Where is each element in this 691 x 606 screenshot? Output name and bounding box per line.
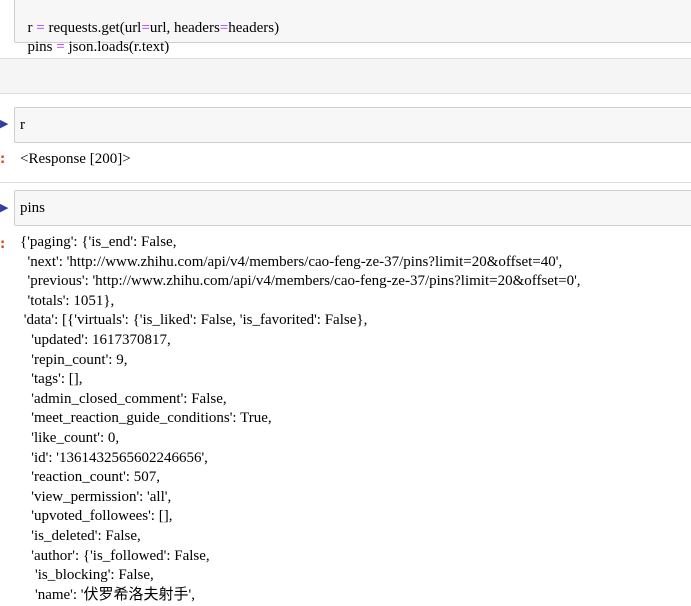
out-prompt-marker: : xyxy=(0,152,6,167)
code-token: headers) xyxy=(228,20,280,36)
output-line: 'upvoted_followees': [], xyxy=(20,508,173,525)
out-prompt-marker: : xyxy=(0,237,6,252)
output-line: 'is_blocking': False, xyxy=(20,567,154,584)
output-line: 'like_count': 0, xyxy=(20,430,120,446)
empty-cell[interactable] xyxy=(0,58,691,94)
output-line: 'updated': 1617370817, xyxy=(20,332,171,348)
code-cell-input-3[interactable] xyxy=(14,190,691,226)
output-line: 'previous': 'http://www.zhihu.com/api/v4… xyxy=(20,273,581,290)
code-text: pins xyxy=(20,200,46,216)
output-line: 'author': {'is_followed': False, xyxy=(20,547,210,564)
output-line: 'view_permission': 'all', xyxy=(20,488,172,505)
output-line: 'is_deleted': False, xyxy=(20,528,141,544)
code-text: r xyxy=(20,117,25,133)
output-line: 'repin_count': 9, xyxy=(20,351,128,368)
code-token: json.loads(r.text) xyxy=(64,39,170,55)
code-token: pins xyxy=(27,39,57,55)
in-prompt-marker: ▶ xyxy=(0,117,9,130)
operator-token: = xyxy=(56,39,65,55)
output-line: 'id': '1361432565602246656', xyxy=(20,449,208,466)
operator-token: = xyxy=(219,20,229,36)
code-cell-input-2[interactable] xyxy=(14,107,691,143)
output-line: 'tags': [], xyxy=(20,371,83,388)
output-line: 'next': 'http://www.zhihu.com/api/v4/mem… xyxy=(20,253,563,270)
output-line: 'meet_reaction_guide_conditions': True, xyxy=(20,410,272,427)
in-prompt-marker: ▶ xyxy=(0,201,9,214)
output-line: 'totals': 1051}, xyxy=(20,292,115,309)
cell-output: <Response [200]> xyxy=(20,151,131,167)
output-line: 'reaction_count': 507, xyxy=(20,469,160,486)
cell-output: {'paging': {'is_end': False, 'next': 'ht… xyxy=(20,233,691,606)
cell-separator xyxy=(0,182,691,183)
output-line: 'name': '伏罗希洛夫射手', xyxy=(20,586,195,603)
code-line-2: pins = json.loads(r.text) xyxy=(20,19,170,57)
output-line: {'paging': {'is_end': False, xyxy=(20,234,177,250)
output-line: 'admin_closed_comment': False, xyxy=(20,390,227,407)
output-line: 'data': [{'virtuals': {'is_liked': False… xyxy=(20,312,368,329)
